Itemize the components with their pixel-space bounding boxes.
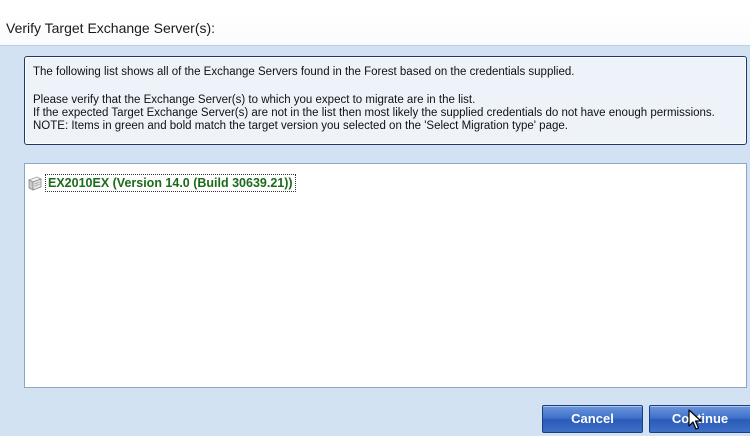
- mouse-pointer-icon: [688, 409, 702, 430]
- info-line-permissions: If the expected Target Exchange Server(s…: [33, 107, 715, 119]
- cancel-button[interactable]: Cancel: [542, 405, 643, 433]
- dialog-title: Verify Target Exchange Server(s):: [6, 20, 216, 36]
- dialog-title-bar: Verify Target Exchange Server(s):: [0, 12, 750, 46]
- info-line-forest: The following list shows all of the Exch…: [33, 66, 575, 78]
- info-line-note: NOTE: Items in green and bold match the …: [33, 120, 568, 132]
- info-line-verify: Please verify that the Exchange Server(s…: [33, 94, 476, 106]
- server-label: EX2010EX (Version 14.0 (Build 30639.21)): [45, 174, 296, 192]
- server-list-item[interactable]: EX2010EX (Version 14.0 (Build 30639.21)): [25, 174, 296, 192]
- top-edge: [0, 0, 750, 12]
- server-list[interactable]: EX2010EX (Version 14.0 (Build 30639.21)): [24, 163, 747, 388]
- info-panel: The following list shows all of the Exch…: [24, 56, 747, 145]
- verify-target-dialog: Verify Target Exchange Server(s): The fo…: [0, 0, 750, 436]
- server-icon: [27, 175, 43, 191]
- dialog-footer: Cancel Continue: [0, 402, 750, 436]
